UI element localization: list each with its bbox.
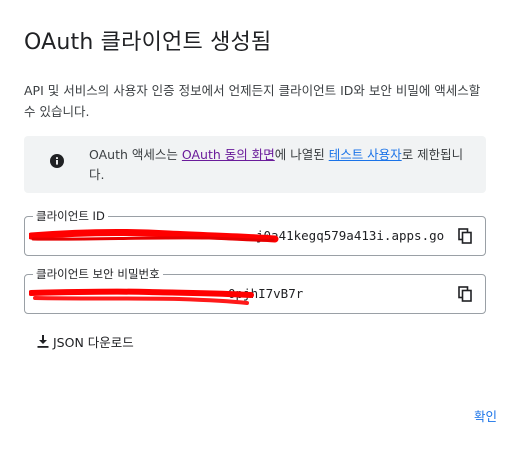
download-json-label: JSON 다운로드 <box>53 334 134 350</box>
info-text: OAuth 액세스는 OAuth 동의 화면에 나열된 테스트 사용자로 제한됩… <box>89 145 474 185</box>
info-prefix: OAuth 액세스는 <box>89 147 182 162</box>
info-notice: OAuth 액세스는 OAuth 동의 화면에 나열된 테스트 사용자로 제한됩… <box>24 136 486 193</box>
oauth-client-created-dialog: OAuth 클라이언트 생성됨 API 및 서비스의 사용자 인증 정보에서 언… <box>0 0 509 449</box>
info-icon <box>50 154 64 168</box>
info-middle: 에 나열된 <box>274 147 329 162</box>
oauth-consent-screen-link[interactable]: OAuth 동의 화면 <box>182 147 275 162</box>
client-secret-value[interactable]: 0pjhI7vB7r <box>34 286 444 302</box>
client-id-field[interactable]: 클라이언트 ID j0a41kegq579a413i.apps.googleus… <box>24 209 486 256</box>
dialog-description: API 및 서비스의 사용자 인증 정보에서 언제든지 클라이언트 ID와 보안… <box>24 83 481 119</box>
client-id-label: 클라이언트 ID <box>33 209 108 223</box>
copy-icon <box>458 286 472 302</box>
copy-client-secret-button[interactable] <box>455 284 475 304</box>
client-secret-field[interactable]: 클라이언트 보안 비밀번호 0pjhI7vB7r <box>24 267 486 314</box>
download-icon <box>37 334 49 348</box>
copy-client-id-button[interactable] <box>455 226 475 246</box>
download-json-button[interactable]: JSON 다운로드 <box>31 328 140 354</box>
copy-icon <box>458 228 472 244</box>
confirm-button[interactable]: 확인 <box>470 404 501 427</box>
client-id-value[interactable]: j0a41kegq579a413i.apps.googleusercontent… <box>34 228 444 244</box>
test-users-link[interactable]: 테스트 사용자 <box>329 147 402 162</box>
dialog-title: OAuth 클라이언트 생성됨 <box>24 30 272 55</box>
client-secret-label: 클라이언트 보안 비밀번호 <box>33 267 163 281</box>
